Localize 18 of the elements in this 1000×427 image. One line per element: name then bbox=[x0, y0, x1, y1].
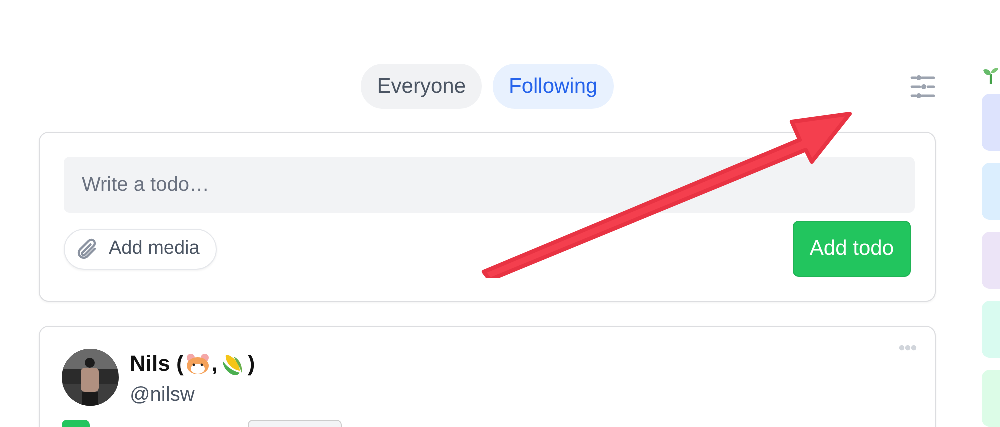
side-card[interactable] bbox=[982, 370, 1000, 427]
todo-input[interactable]: Write a todo… bbox=[64, 157, 915, 213]
paperclip-icon bbox=[77, 238, 99, 262]
author-name-separator: , bbox=[212, 350, 218, 378]
add-media-button[interactable]: Add media bbox=[64, 229, 217, 270]
side-card[interactable] bbox=[982, 94, 1000, 152]
sprout-icon bbox=[982, 66, 1000, 84]
filter-icon[interactable] bbox=[910, 75, 936, 99]
feed-tab[interactable]: Everyone bbox=[361, 64, 482, 109]
feed-tab[interactable]: Following bbox=[493, 64, 614, 109]
side-card[interactable] bbox=[982, 232, 1000, 290]
author-handle: @nilsw bbox=[130, 383, 196, 408]
side-card[interactable] bbox=[982, 163, 1000, 220]
hamster-icon bbox=[186, 352, 210, 374]
more-icon[interactable] bbox=[899, 345, 917, 351]
author-name: Nils ( bbox=[130, 350, 184, 378]
author-name-end: ) bbox=[248, 350, 256, 378]
side-card[interactable] bbox=[982, 301, 1000, 358]
